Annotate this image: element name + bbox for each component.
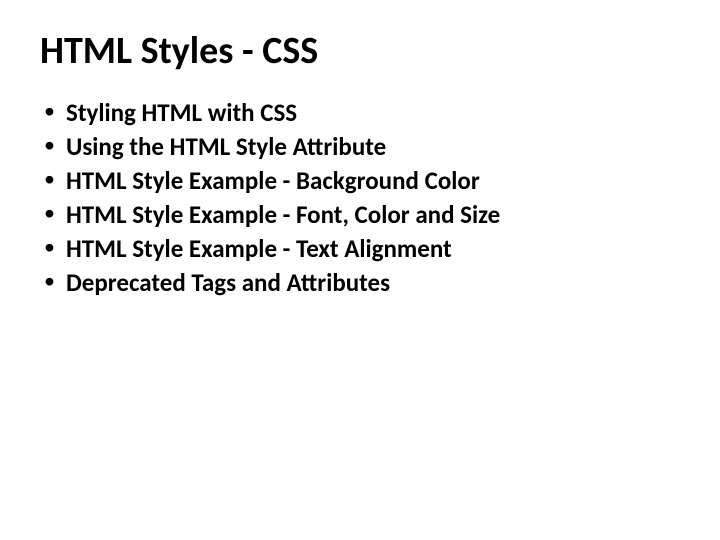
list-item: Using the HTML Style Attribute <box>66 130 680 163</box>
list-item: HTML Style Example - Background Color <box>66 164 680 197</box>
list-item: Styling HTML with CSS <box>66 96 680 129</box>
slide-title: HTML Styles - CSS <box>40 28 680 74</box>
bullet-list: Styling HTML with CSS Using the HTML Sty… <box>40 96 680 299</box>
slide-container: HTML Styles - CSS Styling HTML with CSS … <box>0 0 720 540</box>
list-item: HTML Style Example - Font, Color and Siz… <box>66 198 680 231</box>
list-item: HTML Style Example - Text Alignment <box>66 232 680 265</box>
list-item: Deprecated Tags and Attributes <box>66 266 680 299</box>
